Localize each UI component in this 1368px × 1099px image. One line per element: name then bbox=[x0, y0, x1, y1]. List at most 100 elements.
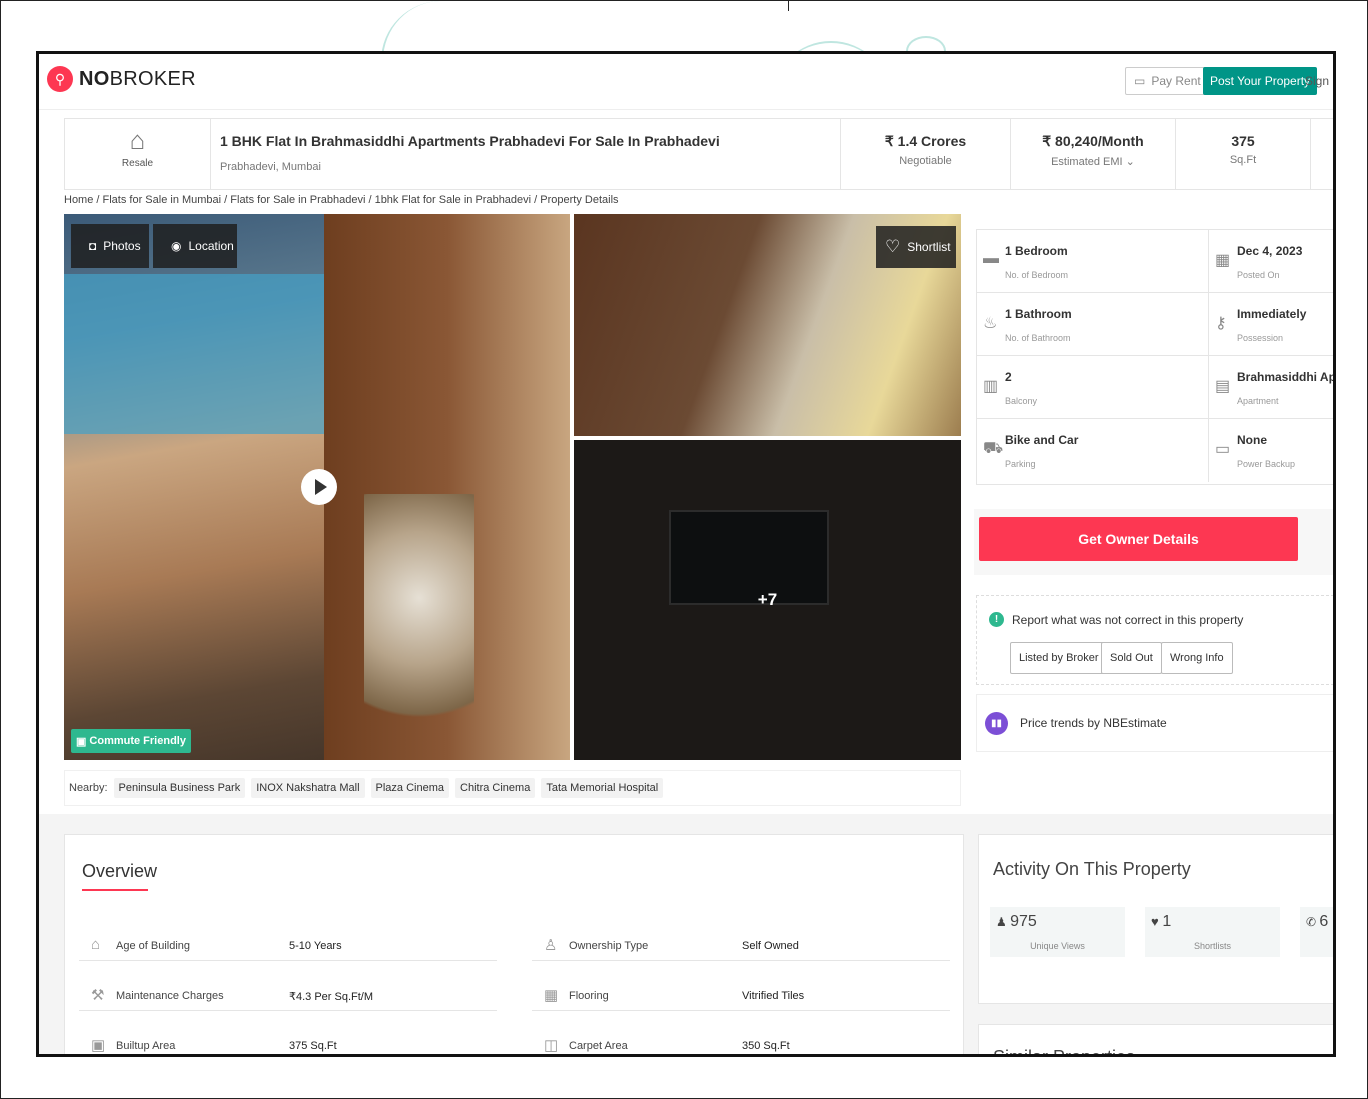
logo-text: BROKER bbox=[109, 67, 196, 90]
nearby-places: Nearby: Peninsula Business Park INOX Nak… bbox=[64, 770, 961, 806]
price-trends-link[interactable]: ▮▮ Price trends by NBEstimate bbox=[976, 694, 1333, 752]
overview-row: ▣ Builtup Area 375 Sq.Ft bbox=[91, 1037, 337, 1054]
bed-icon: ▬ bbox=[983, 250, 999, 267]
site-header: ⚲ NOBROKER ▭ Pay Rent Post Your Property… bbox=[39, 54, 1333, 110]
logo[interactable]: ⚲ NOBROKER bbox=[47, 66, 196, 92]
alert-icon: ! bbox=[989, 612, 1004, 627]
similar-properties-title: Similar Properties bbox=[993, 1047, 1136, 1057]
stat-contacts: ✆ 6 bbox=[1300, 907, 1333, 957]
browser-frame: ⚲ NOBROKER ▭ Pay Rent Post Your Property… bbox=[36, 51, 1336, 1057]
pay-rent-button[interactable]: ▭ Pay Rent bbox=[1125, 67, 1210, 95]
report-text: Report what was not correct in this prop… bbox=[1012, 612, 1244, 627]
tools-icon: ⚒ bbox=[91, 987, 105, 1004]
compass-icon: ◉ bbox=[171, 239, 182, 253]
location-button[interactable]: ◉ Location bbox=[153, 224, 237, 268]
detail-balcony: ▥ 2 Balcony bbox=[977, 356, 1208, 419]
nearby-chip[interactable]: Chitra Cinema bbox=[455, 778, 536, 798]
breadcrumb[interactable]: Home / Flats for Sale in Mumbai / Flats … bbox=[64, 194, 619, 206]
camera-icon: ◘ bbox=[89, 239, 97, 253]
nearby-chip[interactable]: INOX Nakshatra Mall bbox=[251, 778, 365, 798]
photos-button[interactable]: ◘ Photos bbox=[71, 224, 149, 268]
property-details-grid: ▬ 1 Bedroom No. of Bedroom ▦ Dec 4, 2023… bbox=[976, 229, 1333, 485]
nearby-chip[interactable]: Tata Memorial Hospital bbox=[541, 778, 664, 798]
property-title: 1 BHK Flat In Brahmasiddhi Apartments Pr… bbox=[220, 133, 720, 149]
user-icon: ♟ bbox=[996, 915, 1011, 929]
price-value: ₹ 1.4 Crores bbox=[884, 133, 967, 149]
pay-rent-label: Pay Rent bbox=[1151, 74, 1201, 88]
emi-note[interactable]: Estimated EMI ⌄ bbox=[1011, 155, 1175, 168]
sold-out-button[interactable]: Sold Out bbox=[1101, 642, 1162, 674]
area-unit: Sq.Ft bbox=[1229, 154, 1257, 166]
lower-section: Overview ⌂ Age of Building 5-10 Years ♙ … bbox=[39, 814, 1333, 1057]
stat-shortlists: ♥ 1 Shortlists bbox=[1145, 907, 1280, 957]
photo-thumbnail-more[interactable]: +7 bbox=[574, 440, 961, 760]
logo-text-bold: NO bbox=[79, 67, 110, 90]
detail-posted-on: ▦ Dec 4, 2023 Posted On bbox=[1208, 230, 1333, 293]
similar-properties-card: Similar Properties bbox=[978, 1024, 1333, 1057]
title-underline bbox=[82, 889, 148, 891]
carpet-icon: ◫ bbox=[544, 1037, 559, 1054]
bath-icon: ♨ bbox=[983, 315, 998, 332]
nearby-chip[interactable]: Plaza Cinema bbox=[370, 778, 450, 798]
screenshot-canvas: ⚲ NOBROKER ▭ Pay Rent Post Your Property… bbox=[0, 0, 1368, 1099]
area-cell: 375 Sq.Ft bbox=[1175, 119, 1310, 189]
flooring-icon: ▦ bbox=[544, 987, 559, 1004]
detail-possession: ⚷ Immediately Possession bbox=[1208, 293, 1333, 356]
building-age-icon: ⌂ bbox=[91, 936, 101, 953]
price-trends-label: Price trends by NBEstimate bbox=[1020, 716, 1167, 730]
play-video-button[interactable] bbox=[301, 469, 337, 505]
overview-row: ⌂ Age of Building 5-10 Years bbox=[79, 927, 497, 961]
balcony-icon: ▥ bbox=[983, 378, 999, 395]
overview-row: ⚒ Maintenance Charges ₹4.3 Per Sq.Ft/M bbox=[79, 977, 497, 1011]
area-value: 375 bbox=[1231, 133, 1255, 149]
chart-icon: ▮▮ bbox=[985, 711, 1008, 735]
activity-card: Activity On This Property ♟ 975 Unique V… bbox=[978, 834, 1333, 1004]
heart-icon: ♡ bbox=[885, 237, 901, 256]
key-icon: ⚷ bbox=[1215, 315, 1227, 332]
resale-label: Resale bbox=[121, 158, 154, 169]
location-label: Location bbox=[188, 239, 234, 253]
detail-bedroom: ▬ 1 Bedroom No. of Bedroom bbox=[977, 230, 1208, 293]
commute-friendly-badge[interactable]: ▣ Commute Friendly bbox=[71, 729, 191, 753]
overview-card: Overview ⌂ Age of Building 5-10 Years ♙ … bbox=[64, 834, 964, 1054]
detail-parking: ⛟ Bike and Car Parking bbox=[983, 433, 1079, 469]
photos-label: Photos bbox=[103, 239, 141, 253]
get-owner-details-button[interactable]: Get Owner Details bbox=[979, 517, 1298, 561]
logo-icon: ⚲ bbox=[47, 66, 73, 92]
detail-bathroom: ♨ 1 Bathroom No. of Bathroom bbox=[977, 293, 1208, 356]
price-note: Negotiable bbox=[899, 155, 952, 167]
card-icon: ▭ bbox=[1134, 74, 1146, 88]
commute-label: Commute Friendly bbox=[89, 735, 186, 747]
nearby-chip[interactable]: Peninsula Business Park bbox=[113, 778, 246, 798]
detail-apartment: ▤ Brahmasiddhi Apar... Apartment bbox=[1208, 356, 1333, 419]
property-title-strip: ⌂ Resale 1 BHK Flat In Brahmasiddhi Apar… bbox=[64, 118, 1333, 190]
battery-icon: ▭ bbox=[1215, 441, 1231, 458]
bus-icon: ▣ bbox=[76, 735, 87, 748]
shortlist-button[interactable]: ♡ Shortlist bbox=[876, 226, 956, 268]
divider bbox=[788, 1, 789, 11]
wrong-info-button[interactable]: Wrong Info bbox=[1161, 642, 1233, 674]
overview-title: Overview bbox=[82, 861, 158, 881]
sign-up-link[interactable]: Sign up bbox=[1305, 74, 1333, 88]
builtup-icon: ▣ bbox=[91, 1037, 106, 1054]
more-cell bbox=[1310, 119, 1333, 189]
play-icon bbox=[314, 479, 327, 495]
calendar-icon: ▦ bbox=[1215, 252, 1231, 269]
overview-row: ◫ Carpet Area 350 Sq.Ft bbox=[544, 1037, 790, 1054]
report-panel: ! Report what was not correct in this pr… bbox=[976, 595, 1333, 685]
emi-cell[interactable]: ₹ 80,240/Month Estimated EMI ⌄ bbox=[1010, 119, 1175, 189]
heart-icon: ♥ bbox=[1151, 914, 1163, 929]
listed-by-broker-button[interactable]: Listed by Broker bbox=[1010, 642, 1108, 674]
activity-title: Activity On This Property bbox=[993, 859, 1191, 879]
more-photos-count[interactable]: +7 bbox=[574, 440, 961, 760]
phone-icon: ✆ bbox=[1306, 915, 1320, 929]
detail-power-backup: ▭ None Power Backup bbox=[1208, 419, 1333, 482]
owner-details-panel: Get Owner Details bbox=[974, 509, 1333, 575]
post-property-button[interactable]: Post Your Property bbox=[1203, 67, 1318, 95]
resale-badge: ⌂ Resale bbox=[65, 119, 211, 189]
building-icon: ▤ bbox=[1215, 378, 1231, 395]
property-location: Prabhadevi, Mumbai bbox=[220, 161, 321, 173]
car-icon: ⛟ bbox=[983, 440, 1004, 457]
stat-unique-views: ♟ 975 Unique Views bbox=[990, 907, 1125, 957]
shortlist-label: Shortlist bbox=[907, 240, 951, 254]
